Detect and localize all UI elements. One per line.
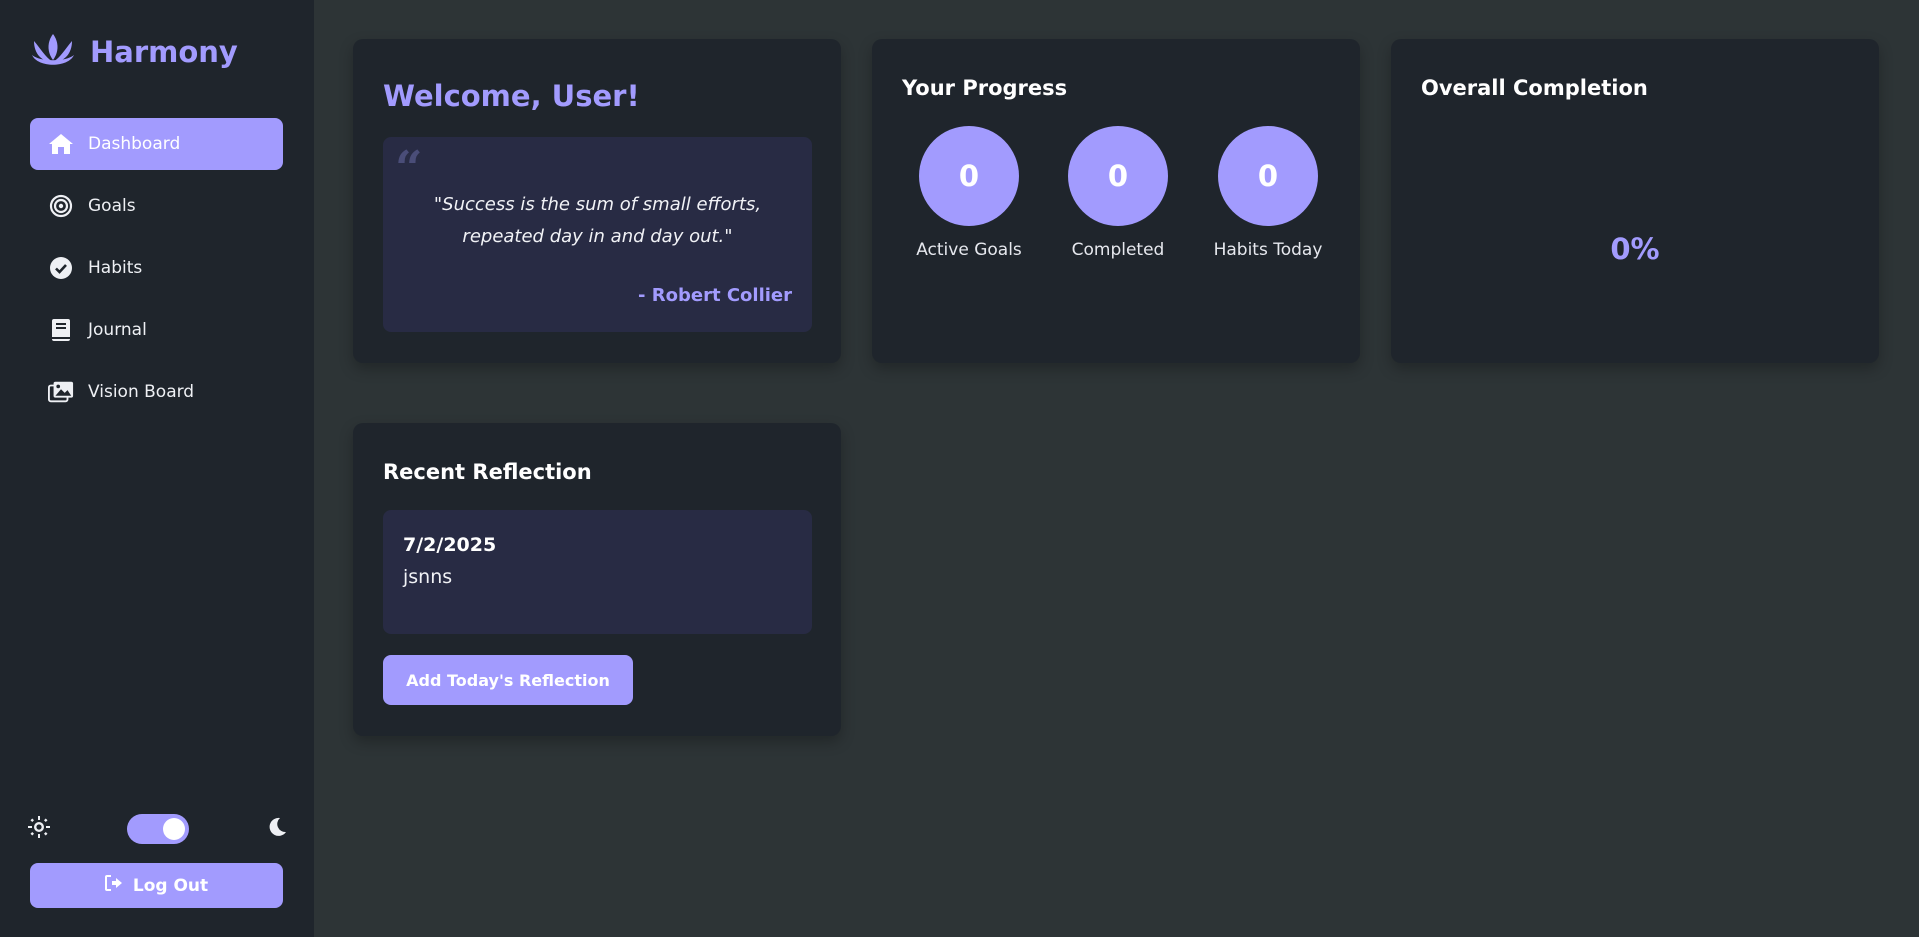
reflection-date: 7/2/2025 — [403, 534, 497, 556]
quote-icon: “ — [395, 141, 423, 197]
quote-author: - Robert Collier — [638, 285, 792, 306]
sun-icon — [28, 816, 50, 842]
app-name: Harmony — [90, 35, 238, 69]
stat-label: Active Goals — [916, 240, 1022, 260]
moon-icon — [266, 816, 288, 842]
stat-value: 0 — [1218, 126, 1318, 226]
stat-habits-today: 0 Habits Today — [1193, 126, 1343, 260]
sidebar-item-label: Dashboard — [88, 134, 181, 154]
sidebar-item-goals[interactable]: Goals — [30, 180, 283, 232]
quote-box: “ "Success is the sum of small efforts, … — [383, 137, 812, 332]
welcome-card: Welcome, User! “ "Success is the sum of … — [353, 39, 841, 363]
dark-mode-toggle[interactable] — [127, 814, 189, 844]
add-reflection-button[interactable]: Add Today's Reflection — [383, 655, 633, 705]
logout-button[interactable]: Log Out — [30, 863, 283, 908]
images-icon — [48, 380, 74, 404]
reflection-title: Recent Reflection — [383, 460, 592, 484]
logout-label: Log Out — [132, 875, 209, 896]
brand[interactable]: Harmony — [30, 32, 238, 72]
sidebar-item-dashboard[interactable]: Dashboard — [30, 118, 283, 170]
progress-title: Your Progress — [902, 76, 1068, 100]
theme-switcher — [28, 812, 288, 846]
welcome-title: Welcome, User! — [383, 79, 640, 113]
stat-value: 0 — [919, 126, 1019, 226]
sidebar-item-habits[interactable]: Habits — [30, 242, 283, 294]
target-icon — [48, 194, 74, 218]
overall-percentage: 0% — [1610, 232, 1660, 266]
sign-out-icon — [104, 875, 123, 896]
book-icon — [48, 318, 74, 342]
sidebar-item-label: Goals — [88, 196, 136, 216]
home-icon — [48, 132, 74, 156]
progress-card: Your Progress 0 Active Goals 0 Completed… — [872, 39, 1360, 363]
reflection-entry: 7/2/2025 jsnns — [383, 510, 812, 634]
stat-label: Habits Today — [1213, 240, 1323, 260]
overall-completion-card: Overall Completion 0% — [1391, 39, 1879, 363]
stat-value: 0 — [1068, 126, 1168, 226]
sidebar-item-label: Habits — [88, 258, 143, 278]
lotus-icon — [32, 34, 74, 65]
sidebar-item-journal[interactable]: Journal — [30, 304, 283, 356]
stat-label: Completed — [1071, 240, 1165, 260]
stat-completed: 0 Completed — [1043, 126, 1193, 260]
overall-title: Overall Completion — [1421, 76, 1648, 100]
recent-reflection-card: Recent Reflection 7/2/2025 jsnns Add Tod… — [353, 423, 841, 736]
reflection-text: jsnns — [403, 566, 453, 588]
toggle-knob — [163, 818, 185, 840]
sidebar: Harmony Dashboard Goals Habits Journal V… — [0, 0, 314, 937]
check-circle-icon — [48, 256, 74, 280]
quote-text: "Success is the sum of small efforts, re… — [433, 194, 762, 247]
sidebar-item-vision-board[interactable]: Vision Board — [30, 366, 283, 418]
sidebar-item-label: Vision Board — [88, 382, 195, 402]
sidebar-item-label: Journal — [88, 320, 147, 340]
stat-active-goals: 0 Active Goals — [894, 126, 1044, 260]
sidebar-nav: Dashboard Goals Habits Journal Vision Bo… — [30, 118, 283, 428]
